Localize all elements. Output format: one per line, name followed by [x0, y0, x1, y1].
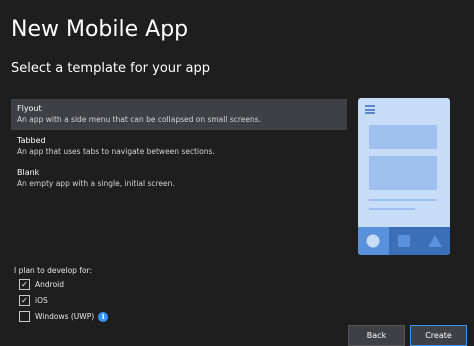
windows-uwp-checkbox[interactable] [19, 311, 30, 322]
checkbox-label: iOS [35, 296, 48, 305]
template-name: Blank [17, 168, 40, 177]
platform-windows-uwp[interactable]: Windows (UWP) i [19, 311, 109, 322]
checkbox-label: Android [35, 280, 64, 289]
template-description: An app with a side menu that can be coll… [17, 115, 262, 124]
preview-text-line [369, 208, 415, 210]
checkbox-label: Windows (UWP) [35, 312, 95, 321]
back-button[interactable]: Back [348, 325, 405, 346]
template-item-tabbed[interactable]: Tabbed An app that uses tabs to navigate… [11, 131, 347, 162]
ios-checkbox[interactable]: ✓ [19, 295, 30, 306]
platform-android[interactable]: ✓ Android [19, 279, 64, 290]
page-title: New Mobile App [11, 17, 189, 42]
template-name: Flyout [17, 104, 42, 113]
preview-card [369, 125, 437, 149]
triangle-icon [427, 235, 442, 247]
preview-tab [358, 227, 389, 255]
template-name: Tabbed [17, 136, 46, 145]
info-icon[interactable]: i [98, 311, 109, 322]
android-checkbox[interactable]: ✓ [19, 279, 30, 290]
preview-card [369, 156, 437, 190]
template-preview [358, 98, 450, 255]
template-item-flyout[interactable]: Flyout An app with a side menu that can … [11, 99, 347, 130]
platform-ios[interactable]: ✓ iOS [19, 295, 48, 306]
platforms-label: I plan to develop for: [14, 266, 93, 275]
template-item-blank[interactable]: Blank An empty app with a single, initia… [11, 163, 347, 194]
preview-tab [419, 227, 450, 255]
circle-icon [366, 234, 380, 248]
template-description: An empty app with a single, initial scre… [17, 179, 175, 188]
square-icon [398, 235, 410, 247]
preview-tab [388, 227, 420, 255]
preview-text-line [369, 199, 437, 201]
create-button[interactable]: Create [410, 325, 467, 346]
hamburger-icon [365, 105, 375, 114]
page-subtitle: Select a template for your app [11, 61, 210, 76]
template-list: Flyout An app with a side menu that can … [11, 99, 347, 195]
preview-tab-bar [358, 227, 450, 255]
template-description: An app that uses tabs to navigate betwee… [17, 147, 215, 156]
